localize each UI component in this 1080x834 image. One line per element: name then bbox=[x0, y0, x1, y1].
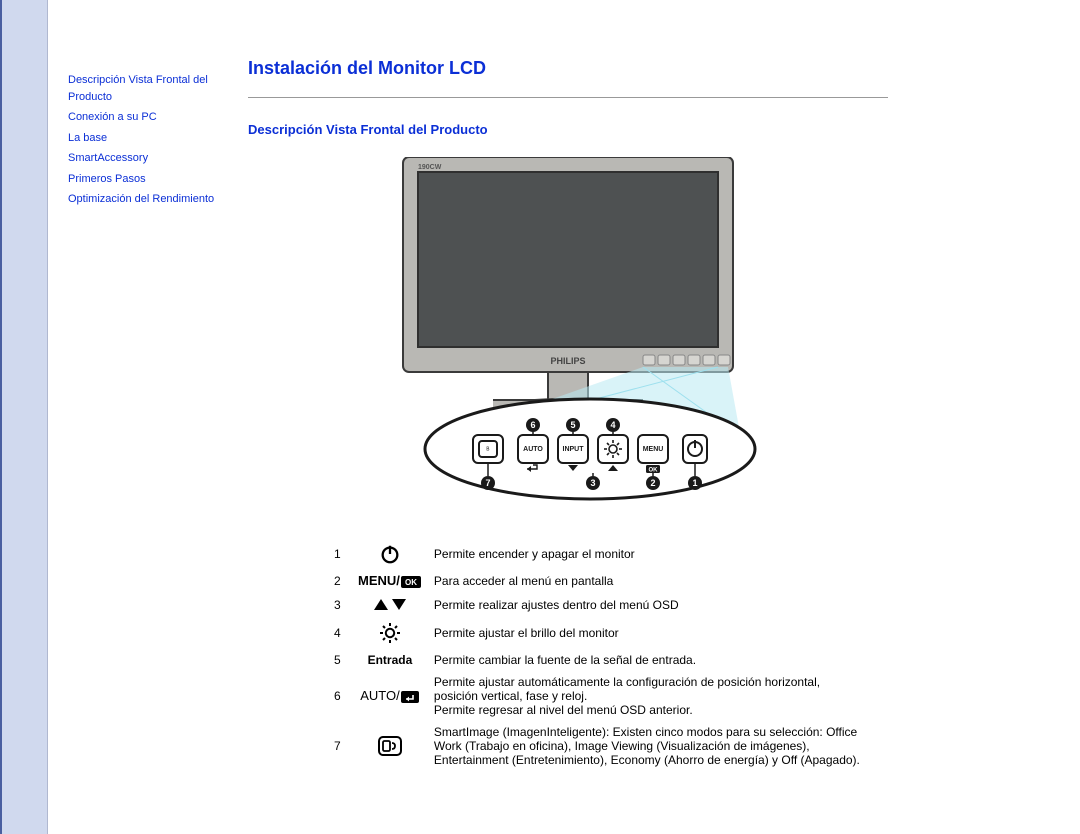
divider bbox=[248, 97, 888, 98]
monitor-figure: 190CW PHILIPS bbox=[248, 157, 888, 515]
svg-text:INPUT: INPUT bbox=[563, 446, 585, 453]
sidebar-item-pc-connect[interactable]: Conexión a su PC bbox=[68, 109, 238, 126]
sidebar-item-front-view[interactable]: Descripción Vista Frontal del Producto bbox=[68, 72, 238, 105]
controls-table: 1 Permite encender y apagar el monitor 2… bbox=[328, 539, 868, 771]
row-text: Permite cambiar la fuente de la señal de… bbox=[428, 649, 868, 671]
svg-text:OK: OK bbox=[649, 468, 659, 474]
svg-text:ᴮ: ᴮ bbox=[487, 447, 490, 454]
page-title: Instalación del Monitor LCD bbox=[248, 58, 1060, 79]
table-row: 4 Permite ajustar el brillo del monitor bbox=[328, 617, 868, 649]
row-num: 1 bbox=[328, 539, 352, 569]
sidebar-item-base[interactable]: La base bbox=[68, 130, 238, 147]
smartimage-icon bbox=[352, 721, 428, 771]
row-num: 7 bbox=[328, 721, 352, 771]
row-text: SmartImage (ImagenInteligente): Existen … bbox=[428, 721, 868, 771]
svg-text:7: 7 bbox=[485, 478, 490, 488]
row-num: 5 bbox=[328, 649, 352, 671]
row-text: Permite ajustar automáticamente la confi… bbox=[428, 671, 868, 721]
svg-text:3: 3 bbox=[590, 478, 595, 488]
svg-text:1: 1 bbox=[692, 478, 697, 488]
brightness-icon bbox=[352, 617, 428, 649]
brand-label: PHILIPS bbox=[550, 356, 585, 366]
svg-text:AUTO: AUTO bbox=[523, 446, 543, 453]
row-num: 3 bbox=[328, 593, 352, 617]
auto-return-icon: AUTO/ bbox=[352, 671, 428, 721]
table-row: 2 MENU/OK Para acceder al menú en pantal… bbox=[328, 569, 868, 593]
section-title: Descripción Vista Frontal del Producto bbox=[248, 122, 1060, 137]
input-label: Entrada bbox=[352, 649, 428, 671]
table-row: 6 AUTO/ Permite ajustar automáticamente … bbox=[328, 671, 868, 721]
sidebar-item-smartacc[interactable]: SmartAccessory bbox=[68, 150, 238, 167]
svg-text:MENU: MENU bbox=[643, 446, 664, 453]
svg-text:4: 4 bbox=[610, 420, 615, 430]
left-decorative-stripe bbox=[0, 0, 48, 834]
svg-text:6: 6 bbox=[530, 420, 535, 430]
svg-text:OK: OK bbox=[405, 578, 417, 587]
table-row: 1 Permite encender y apagar el monitor bbox=[328, 539, 868, 569]
sidebar-nav: Descripción Vista Frontal del Producto C… bbox=[68, 28, 238, 834]
menu-ok-icon: MENU/OK bbox=[352, 569, 428, 593]
svg-text:5: 5 bbox=[570, 420, 575, 430]
power-icon bbox=[352, 539, 428, 569]
table-row: 7 SmartImage (ImagenInteligente): Existe… bbox=[328, 721, 868, 771]
row-text: Permite ajustar el brillo del monitor bbox=[428, 617, 868, 649]
table-row: 3 Permite realizar ajustes dentro del me… bbox=[328, 593, 868, 617]
sidebar-item-first-steps[interactable]: Primeros Pasos bbox=[68, 171, 238, 188]
row-text: Para acceder al menú en pantalla bbox=[428, 569, 868, 593]
row-num: 6 bbox=[328, 671, 352, 721]
sidebar-item-optimize[interactable]: Optimización del Rendimiento bbox=[68, 191, 238, 208]
up-down-icon bbox=[352, 593, 428, 617]
row-text: Permite realizar ajustes dentro del menú… bbox=[428, 593, 868, 617]
row-num: 4 bbox=[328, 617, 352, 649]
row-num: 2 bbox=[328, 569, 352, 593]
svg-text:190CW: 190CW bbox=[418, 164, 442, 171]
table-row: 5 Entrada Permite cambiar la fuente de l… bbox=[328, 649, 868, 671]
main-content: Instalación del Monitor LCD Descripción … bbox=[238, 28, 1060, 834]
row-text: Permite encender y apagar el monitor bbox=[428, 539, 868, 569]
svg-text:2: 2 bbox=[650, 478, 655, 488]
